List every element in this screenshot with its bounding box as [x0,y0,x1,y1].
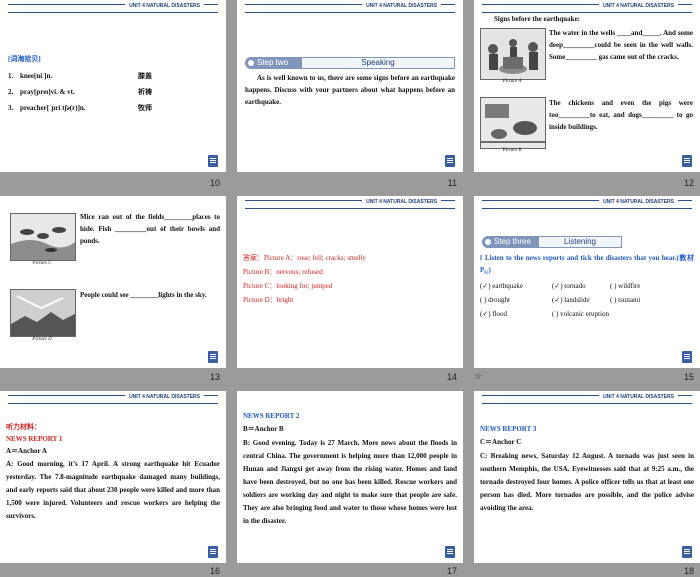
slide-17-thumbnail[interactable]: NEWS REPORT 2 B＝Anchor B B: Good evening… [237,391,463,563]
disaster-option[interactable]: (✓) earthquake [480,280,552,292]
unit-tag: UNIT 4 NATURAL DISASTERS [599,392,678,403]
disaster-option[interactable]: ( ) tsunami [610,294,640,306]
slide-14-thumbnail[interactable]: UNIT 4 NATURAL DISASTERS 答案：Picture A：ro… [237,196,463,368]
slide-number: 13 [209,372,220,382]
report-body: B: Good evening. Today is 27 March. More… [243,439,457,525]
slide-18-thumbnail[interactable]: UNIT 4 NATURAL DISASTERS NEWS REPORT 3 C… [474,391,700,563]
news-report-title: NEWS REPORT 1 [6,435,63,443]
disaster-option[interactable]: ( ) volcanic eruption [552,308,609,320]
section-banner: Step two Speaking [245,57,455,69]
listening-material-label: 听力材料： [6,423,41,431]
unit-tag: UNIT 4 NATURAL DISASTERS [125,1,204,12]
slide-number: 17 [446,566,457,576]
slide-12-thumbnail[interactable]: UNIT 4 NATURAL DISASTERS Signs before th… [474,0,700,172]
speaking-prompt: As is well known to us, there are some s… [245,74,455,106]
book-logo-icon [445,155,455,167]
slide-number: 10 [209,178,220,188]
picture-c-image [10,213,76,261]
disaster-option[interactable]: (✓) tornado [552,280,610,292]
vocab-item: 2. pray[preɪ]vi. & vt. 祈祷 [8,86,152,98]
unit-tag: UNIT 4 NATURAL DISASTERS [599,197,678,208]
section-title: Listening [538,236,622,248]
disaster-option[interactable]: (✓) flood [480,308,552,320]
report-body: A: Good morning, it’s 17 April. A strong… [6,460,220,520]
slide-11-thumbnail[interactable]: UNIT 4 NATURAL DISASTERS Step two Speaki… [237,0,463,172]
book-logo-icon [208,351,218,363]
vocab-heading: [词海拾贝] [8,55,41,63]
picture-a-image [480,28,546,80]
vocab-term: pray[preɪ]vi. & vt. [20,88,75,96]
signs-title: Signs before the earthquake: [494,15,581,23]
vocab-meaning: 牧师 [138,104,152,112]
vocab-meaning: 祈祷 [138,88,152,96]
disaster-option[interactable]: ( ) drought [480,294,552,306]
vocab-item: 1. knee[niː]n. 膝盖 [8,70,152,82]
answer-line: Picture D：bright [243,296,294,304]
disaster-option[interactable]: (✓) landslide [552,294,610,306]
book-logo-icon [682,155,692,167]
listening-instruction: Ⅰ Listen to the news reports and tick th… [480,254,694,274]
picture-b-image [480,97,546,149]
star-icon: ☆ [474,371,483,381]
vocab-term: knee[niː]n. [20,72,53,80]
answer-line: Picture C：looking for; jumped [243,282,333,290]
disaster-options-row: ( ) drought (✓) landslide( ) tsunami [480,294,640,306]
disaster-option[interactable]: ( ) wildfire [610,280,640,292]
vocab-meaning: 膝盖 [138,72,152,80]
step-label: Step three [482,236,538,248]
slide-number: 12 [683,178,694,188]
picture-d-text: People could see ________lights in the s… [80,291,207,299]
answer-line: 答案：Picture A：rose; fell; cracks; smelly [243,254,366,262]
anchor-line: C＝Anchor C [480,438,522,446]
section-banner: Step three Listening [482,236,662,248]
unit-tag: UNIT 4 NATURAL DISASTERS [362,1,441,12]
disaster-options-row: (✓) flood( ) volcanic eruption [480,308,609,320]
book-logo-icon [445,546,455,558]
picture-a-text: The water in the wells ____and_____. And… [549,29,693,61]
slide-number: 16 [209,566,220,576]
vocab-number: 1. [8,72,14,80]
book-logo-icon [208,546,218,558]
picture-b-caption: Picture B [502,148,522,153]
vocab-item: 3. preacher[ˈpriːtʃə(r)]n. 牧师 [8,102,152,114]
section-title: Speaking [301,57,455,69]
slide-number: 14 [446,372,457,382]
step-label: Step two [245,57,301,69]
answer-line: Picture B：nervous; refused [243,268,323,276]
picture-d-image [10,289,76,337]
slide-16-thumbnail[interactable]: UNIT 4 NATURAL DISASTERS 听力材料： NEWS REPO… [0,391,226,563]
picture-d-caption: Picture D [32,337,52,342]
disaster-options-row: (✓) earthquake (✓) tornado( ) wildfire [480,280,640,292]
book-logo-icon [682,351,692,363]
vocab-term: preacher[ˈpriːtʃə(r)]n. [20,104,86,112]
unit-tag: UNIT 4 NATURAL DISASTERS [362,197,441,208]
slide-number: 15 [683,372,694,382]
picture-c-text: Mice ran out of the fields________places… [80,213,220,245]
report-body: C: Breaking news, Saturday 12 August. A … [480,452,694,512]
vocab-number: 3. [8,104,14,112]
picture-c-caption: Picture C [32,261,52,266]
news-report-title: NEWS REPORT 3 [480,425,537,433]
anchor-line: A＝Anchor A [6,447,47,455]
picture-a-caption: Picture A [502,79,522,84]
slide-15-thumbnail[interactable]: UNIT 4 NATURAL DISASTERS Step three List… [474,196,700,368]
slide-number: 11 [447,178,457,188]
news-report-title: NEWS REPORT 2 [243,412,300,420]
vocab-number: 2. [8,88,14,96]
unit-tag: UNIT 4 NATURAL DISASTERS [599,1,678,12]
slide-13-thumbnail[interactable]: Picture C Mice ran out of the fields____… [0,196,226,368]
book-logo-icon [682,546,692,558]
slide-number: 18 [683,566,694,576]
slide-10-thumbnail[interactable]: UNIT 4 NATURAL DISASTERS [词海拾贝] 1. knee[n… [0,0,226,172]
book-logo-icon [208,155,218,167]
anchor-line: B＝Anchor B [243,425,284,433]
unit-tag: UNIT 4 NATURAL DISASTERS [125,392,204,403]
picture-b-text: The chickens and even the pigs were too_… [549,99,693,131]
